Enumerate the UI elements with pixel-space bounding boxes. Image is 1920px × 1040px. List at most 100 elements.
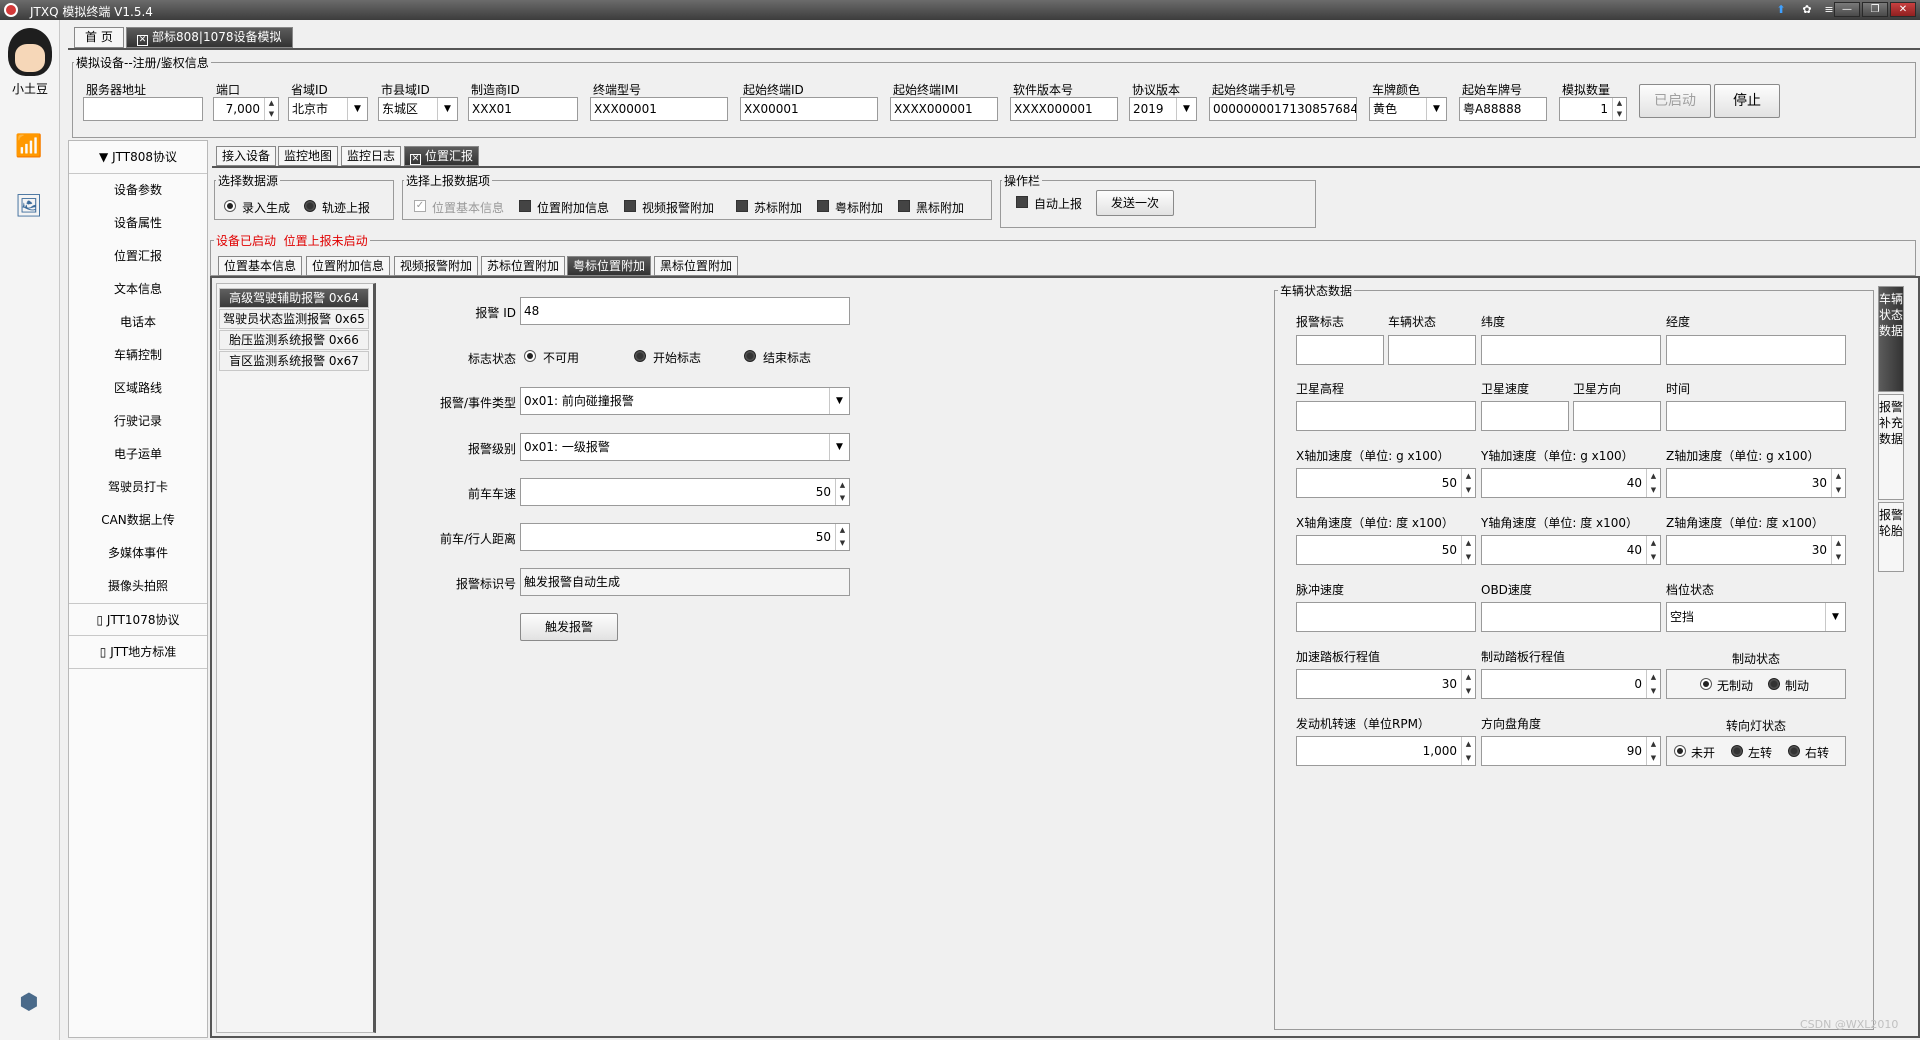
event-type-select[interactable]: 0x01: 前向碰撞报警 ▼	[520, 387, 850, 415]
subtab-yue[interactable]: 粤标位置附加	[567, 256, 652, 276]
tab-access-device[interactable]: 接入设备	[216, 146, 277, 166]
start-button[interactable]: 已启动	[1639, 84, 1711, 118]
nav-item-location-report[interactable]: 位置汇报	[69, 240, 207, 273]
close-button[interactable]: ✕	[1890, 2, 1916, 17]
settings-icon[interactable]: ✿	[1800, 3, 1814, 17]
alarm-mark-input[interactable]: 触发报警自动生成	[520, 568, 850, 596]
alarm-id-input[interactable]: 48	[520, 297, 850, 325]
spinner-arrows-icon[interactable]: ▲ ▼	[1831, 536, 1845, 564]
spinner-arrows-icon[interactable]: ▲ ▼	[835, 524, 849, 550]
nav-item-device-attrs[interactable]: 设备属性	[69, 207, 207, 240]
chevron-down-icon[interactable]: ▼	[829, 434, 849, 460]
flag-unavailable-radio[interactable]	[524, 350, 536, 362]
ang-x-input[interactable]: 50 ▲ ▼	[1296, 535, 1476, 565]
nav-item-multimedia[interactable]: 多媒体事件	[69, 537, 207, 570]
vehicle-state-input[interactable]	[1388, 335, 1476, 365]
item-video-checkbox[interactable]	[624, 200, 636, 212]
tab-monitor-log[interactable]: 监控日志	[341, 146, 402, 166]
lng-input[interactable]	[1666, 335, 1846, 365]
tab-home[interactable]: 首 页	[74, 27, 124, 48]
proto-ver-select[interactable]: 2019 ▼	[1129, 97, 1197, 121]
nav-item-vehicle-control[interactable]: 车辆控制	[69, 339, 207, 372]
item-su-checkbox[interactable]	[736, 200, 748, 212]
plate-input[interactable]: 粤A88888	[1459, 97, 1547, 121]
nav-item-can-upload[interactable]: CAN数据上传	[69, 504, 207, 537]
nav-local-header[interactable]: ▯ JTT地方标准	[69, 636, 207, 669]
speed-input[interactable]	[1481, 401, 1569, 431]
item-extra-checkbox[interactable]	[519, 200, 531, 212]
nav-item-text-info[interactable]: 文本信息	[69, 273, 207, 306]
gear-select[interactable]: 空挡 ▼	[1666, 602, 1846, 632]
maker-input[interactable]: XXX01	[468, 97, 578, 121]
trigger-alarm-button[interactable]: 触发报警	[520, 613, 618, 641]
ang-z-input[interactable]: 30 ▲ ▼	[1666, 535, 1846, 565]
nav-item-area-route[interactable]: 区域路线	[69, 372, 207, 405]
side-tab-vehicle-status[interactable]: 车辆状态数据	[1878, 286, 1904, 392]
ang-y-input[interactable]: 40 ▲ ▼	[1481, 535, 1661, 565]
turn-off-radio[interactable]	[1674, 745, 1686, 757]
user-avatar[interactable]	[8, 28, 52, 76]
nav-item-driving-record[interactable]: 行驶记录	[69, 405, 207, 438]
spinner-arrows-icon[interactable]: ▲ ▼	[1612, 98, 1626, 120]
tab-808-1078[interactable]: ✕ 部标808|1078设备模拟	[126, 27, 293, 48]
spinner-arrows-icon[interactable]: ▲ ▼	[1461, 469, 1475, 497]
minimize-button[interactable]: —	[1834, 2, 1860, 17]
device-icon[interactable]: 📶	[14, 132, 44, 162]
nav-item-camera[interactable]: 摄像头拍照	[69, 570, 207, 603]
turn-right-radio[interactable]	[1788, 745, 1800, 757]
front-speed-input[interactable]: 50 ▲ ▼	[520, 478, 850, 506]
spinner-arrows-icon[interactable]: ▲ ▼	[1646, 536, 1660, 564]
spinner-arrows-icon[interactable]: ▲ ▼	[1461, 670, 1475, 698]
time-input[interactable]	[1666, 401, 1846, 431]
nav-jtt808-header[interactable]: ▼ JTT808协议	[69, 141, 207, 174]
alarm-item-bsd[interactable]: 盲区监测系统报警 0x67	[219, 351, 369, 371]
close-tab-icon[interactable]: ✕	[410, 154, 421, 165]
spinner-arrows-icon[interactable]: ▲ ▼	[1461, 536, 1475, 564]
direction-input[interactable]	[1573, 401, 1661, 431]
altitude-input[interactable]	[1296, 401, 1476, 431]
spinner-arrows-icon[interactable]: ▲ ▼	[1646, 737, 1660, 765]
term-id-input[interactable]: XX00001	[740, 97, 878, 121]
nav-item-driver-checkin[interactable]: 驾驶员打卡	[69, 471, 207, 504]
server-addr-input[interactable]	[83, 97, 203, 121]
chevron-down-icon[interactable]: ▼	[437, 98, 457, 120]
send-once-button[interactable]: 发送一次	[1096, 190, 1174, 216]
level-select[interactable]: 0x01: 一级报警 ▼	[520, 433, 850, 461]
city-select[interactable]: 东城区 ▼	[378, 97, 458, 121]
front-dist-input[interactable]: 50 ▲ ▼	[520, 523, 850, 551]
side-tab-alarm-supplement[interactable]: 报警补充数据	[1878, 394, 1904, 500]
nav-jtt1078-header[interactable]: ▯ JTT1078协议	[69, 603, 207, 636]
spinner-arrows-icon[interactable]: ▲ ▼	[1646, 670, 1660, 698]
maximize-button[interactable]: ❐	[1862, 2, 1888, 17]
chevron-down-icon[interactable]: ▼	[347, 98, 367, 120]
port-input[interactable]: 7,000 ▲ ▼	[213, 97, 279, 121]
subtab-extra[interactable]: 位置附加信息	[306, 256, 391, 276]
alarm-flag-input[interactable]	[1296, 335, 1384, 365]
spinner-arrows-icon[interactable]: ▲ ▼	[1461, 737, 1475, 765]
item-yue-checkbox[interactable]	[817, 200, 829, 212]
image-text-icon[interactable]: 🖼	[14, 192, 44, 222]
steer-input[interactable]: 90 ▲ ▼	[1481, 736, 1661, 766]
acc-y-input[interactable]: 40 ▲ ▼	[1481, 468, 1661, 498]
brake-radio[interactable]	[1768, 678, 1780, 690]
chevron-down-icon[interactable]: ▼	[1176, 98, 1196, 120]
item-basic-checkbox[interactable]: ✓	[414, 200, 426, 212]
chevron-down-icon[interactable]: ▼	[1825, 603, 1845, 631]
cubes-icon[interactable]: ⬢	[14, 988, 44, 1018]
spinner-arrows-icon[interactable]: ▲ ▼	[835, 479, 849, 505]
accel-pedal-input[interactable]: 30 ▲ ▼	[1296, 669, 1476, 699]
no-brake-radio[interactable]	[1700, 678, 1712, 690]
spinner-arrows-icon[interactable]: ▲ ▼	[264, 98, 278, 120]
rpm-input[interactable]: 1,000 ▲ ▼	[1296, 736, 1476, 766]
sw-ver-input[interactable]: XXXX000001	[1010, 97, 1118, 121]
subtab-hei[interactable]: 黑标位置附加	[654, 256, 739, 276]
side-tab-alarm-tire[interactable]: 报警轮胎	[1878, 502, 1904, 572]
acc-z-input[interactable]: 30 ▲ ▼	[1666, 468, 1846, 498]
obd-input[interactable]	[1481, 602, 1661, 632]
subtab-basic[interactable]: 位置基本信息	[218, 256, 303, 276]
model-input[interactable]: XXX00001	[590, 97, 728, 121]
nav-item-phonebook[interactable]: 电话本	[69, 306, 207, 339]
pin-icon[interactable]: ⬆	[1774, 3, 1788, 17]
nav-item-e-waybill[interactable]: 电子运单	[69, 438, 207, 471]
pulse-input[interactable]	[1296, 602, 1476, 632]
